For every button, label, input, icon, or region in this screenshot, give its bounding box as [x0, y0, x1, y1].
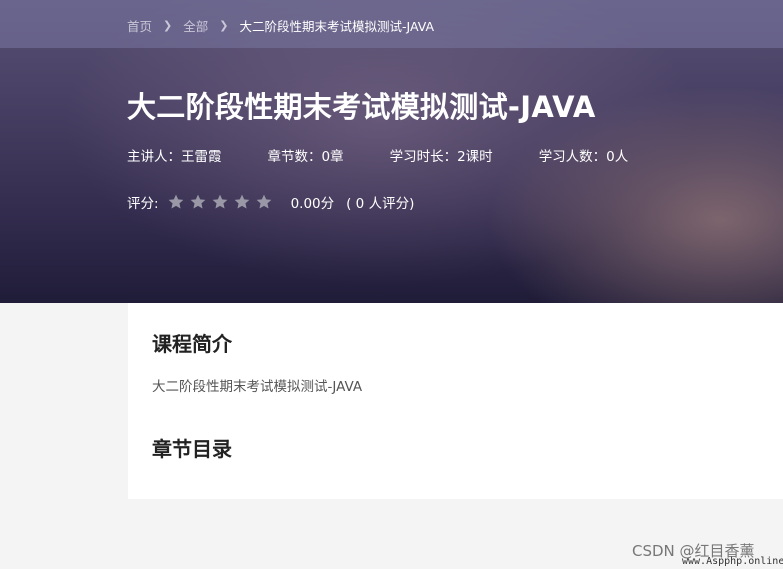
breadcrumb: 首页 ❯ 全部 ❯ 大二阶段性期末考试模拟测试-JAVA [127, 16, 434, 35]
star-icon[interactable] [167, 193, 185, 211]
intro-text: 大二阶段性期末考试模拟测试-JAVA [152, 379, 363, 395]
star-icon[interactable] [233, 193, 251, 211]
course-rating: 评分: 0.00分 ( 0 人评分) [127, 192, 414, 212]
chevron-right-icon: ❯ [219, 19, 229, 32]
course-title: 大二阶段性期末考试模拟测试-JAVA [127, 90, 596, 124]
course-hero-banner: 首页 ❯ 全部 ❯ 大二阶段性期末考试模拟测试-JAVA 大二阶段性期末考试模拟… [0, 0, 783, 303]
course-meta: 主讲人：王雷霞 章节数：0章 学习时长：2课时 学习人数：0人 [127, 145, 628, 165]
rating-score: 0.00分 [290, 196, 335, 212]
lecturer-info: 主讲人：王雷霞 [127, 149, 222, 165]
rating-count: ( 0 人评分) [346, 196, 415, 212]
star-icon[interactable] [189, 193, 207, 211]
chapter-heading: 章节目录 [152, 437, 232, 461]
breadcrumb-all-link[interactable]: 全部 [183, 16, 208, 35]
course-content-card: 课程简介 大二阶段性期末考试模拟测试-JAVA 章节目录 [128, 303, 783, 499]
breadcrumb-home-link[interactable]: 首页 [127, 16, 152, 35]
rating-label: 评分: [127, 196, 159, 212]
star-icon[interactable] [211, 193, 229, 211]
top-bar: 首页 ❯ 全部 ❯ 大二阶段性期末考试模拟测试-JAVA [0, 0, 783, 48]
study-duration: 学习时长：2课时 [389, 149, 493, 165]
rating-stars[interactable] [167, 193, 277, 211]
intro-heading: 课程简介 [152, 332, 232, 356]
site-watermark: www.Aspphp.online [682, 556, 783, 567]
chevron-right-icon: ❯ [163, 19, 173, 32]
chapter-count: 章节数：0章 [267, 149, 344, 165]
star-icon[interactable] [255, 193, 273, 211]
learner-count: 学习人数：0人 [538, 149, 629, 165]
breadcrumb-current: 大二阶段性期末考试模拟测试-JAVA [239, 19, 435, 34]
